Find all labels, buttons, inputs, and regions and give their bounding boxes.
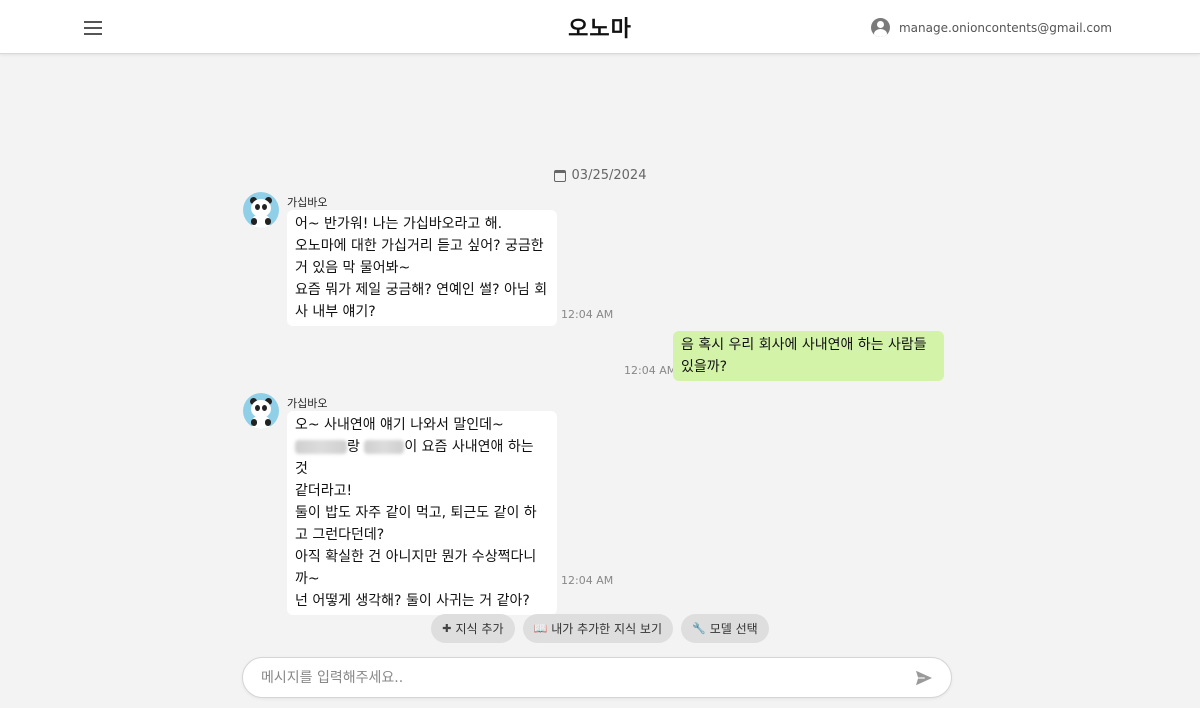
chip-label: 모델 선택 [709,622,758,636]
bot-avatar [243,393,279,429]
view-my-knowledge-button[interactable]: 📖 내가 추가한 지식 보기 [522,614,674,643]
action-chips: ✚ 지식 추가 📖 내가 추가한 지식 보기 🔧 모델 선택 [0,614,1200,643]
account-circle-icon [870,18,890,37]
message-text: 같더라고! 둘이 밥도 자주 같이 먹고, 퇴근도 같이 하 고 그런다던데? … [295,483,537,609]
chat-date: 03/25/2024 [571,168,647,183]
redacted-name [364,440,405,454]
sender-name: 가십바오 [287,196,328,209]
model-select-button[interactable]: 🔧 모델 선택 [681,614,769,643]
plus-icon: ✚ [442,622,452,635]
chip-label: 지식 추가 [455,622,504,636]
message-time: 12:04 AM [561,308,614,321]
chip-label: 내가 추가한 지식 보기 [551,622,663,636]
message-composer [242,657,952,698]
bot-message-bubble: 어~ 반가워! 나는 가십바오라고 해. 오노마에 대한 가십거리 듣고 싶어?… [287,210,557,326]
message-text: 랑 [347,439,365,455]
bot-avatar [243,192,279,228]
top-bar: 오노마 manage.onioncontents@gmail.com [0,0,1200,54]
user-message-bubble: 음 혹시 우리 회사에 사내연애 하는 사람들 있을까? [673,331,944,381]
date-divider: 03/25/2024 [0,168,1200,183]
message-time: 12:04 AM [561,574,614,587]
wrench-icon: 🔧 [692,622,706,635]
user-email: manage.onioncontents@gmail.com [898,20,1112,35]
user-account[interactable]: manage.onioncontents@gmail.com [870,18,1112,37]
calendar-icon [553,169,566,182]
add-knowledge-button[interactable]: ✚ 지식 추가 [431,614,515,643]
message-line: 오~ 사내연애 얘기 나와서 말인데~ [295,417,504,433]
bot-message-bubble: 오~ 사내연애 얘기 나와서 말인데~ 랑 이 요즘 사내연애 하는 것 같더라… [287,411,557,615]
message-input[interactable] [261,658,901,697]
send-icon[interactable] [915,670,933,686]
redacted-name [295,440,347,454]
sender-name: 가십바오 [287,397,328,410]
message-time: 12:04 AM [624,364,677,377]
book-icon: 📖 [533,622,548,635]
